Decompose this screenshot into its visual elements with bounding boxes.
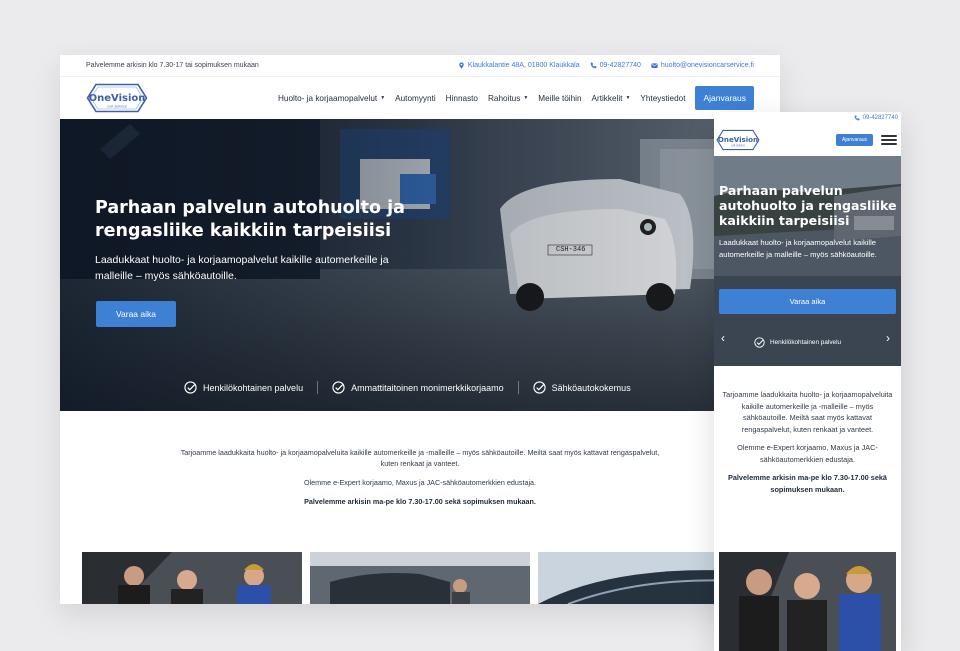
nav-item-careers[interactable]: Meille töihin <box>538 94 581 103</box>
mobile-phone-link[interactable]: 09-42827740 <box>863 115 898 121</box>
feature-item: Sähköautokokemus <box>517 381 645 394</box>
feature-label: Ammattitaitoinen monimerkkikorjaamo <box>351 382 504 393</box>
nav-label: Yhteystiedot <box>640 93 686 103</box>
nav-label: Huolto- ja korjaamopalvelut <box>278 93 378 103</box>
location-pin-icon <box>459 62 464 69</box>
chevron-down-icon: ▼ <box>380 95 386 101</box>
mobile-intro-section: Tarjoamme laadukkaita huolto- ja korjaam… <box>714 389 901 502</box>
mobile-hero-subtitle: Laadukkaat huolto- ja korjaamopalvelut k… <box>719 238 877 259</box>
feature-label: Sähköautokokemus <box>551 382 631 393</box>
svg-text:OneVision: OneVision <box>718 135 758 144</box>
nav-label: Artikkelit <box>591 93 623 103</box>
book-appointment-button[interactable]: Varaa aika <box>96 301 176 327</box>
desktop-mockup: Palvelemme arkisin klo 7.30-17 tai sopim… <box>60 55 780 604</box>
phone-icon <box>854 115 860 121</box>
nav-item-financing[interactable]: Rahoitus ▼ <box>488 94 528 103</box>
hamburger-menu-icon[interactable] <box>881 135 897 145</box>
opening-hours-text: Palvelemme arkisin klo 7.30-17 tai sopim… <box>86 62 259 69</box>
opening-hours-statement: Palvelemme arkisin ma-pe klo 7.30-17.00 … <box>304 497 536 506</box>
image-gallery <box>82 552 758 604</box>
chevron-down-icon: ▼ <box>625 95 631 101</box>
carousel-prev-arrow-icon[interactable]: ‹ <box>721 331 725 345</box>
feature-list: Henkilökohtainen palvelu Ammattitaitoine… <box>170 381 645 394</box>
carousel-next-arrow-icon[interactable]: › <box>886 331 890 345</box>
feature-label: Henkilökohtainen palvelu <box>770 339 842 346</box>
onevision-logo[interactable]: OneVision CAR SERVICE <box>716 129 760 151</box>
check-circle-icon <box>184 381 197 394</box>
workshop-photo <box>310 552 530 604</box>
intro-paragraph: Olemme e-Expert korjaamo, Maxus ja JAC-s… <box>303 478 537 487</box>
phone-icon <box>590 62 596 69</box>
team-photo <box>82 552 302 604</box>
nav-label: Meille töihin <box>538 93 582 103</box>
nav-item-articles[interactable]: Artikkelit ▼ <box>592 94 631 103</box>
check-circle-icon <box>332 381 345 394</box>
mobile-feature-item: Henkilökohtainen palvelu <box>754 337 841 348</box>
mobile-navigation: OneVision CAR SERVICE Ajanvaraus <box>714 124 901 156</box>
mobile-mockup: 09-42827740 OneVision CAR SERVICE Ajanva… <box>714 112 901 651</box>
opening-hours-statement: Palvelemme arkisin ma-pe klo 7.30-17.00 … <box>727 473 887 494</box>
nav-item-services[interactable]: Huolto- ja korjaamopalvelut ▼ <box>278 94 385 103</box>
mobile-top-bar: 09-42827740 <box>714 112 901 124</box>
nav-item-contact[interactable]: Yhteystiedot <box>640 94 685 103</box>
address-text: Klaukkalantie 48A, 01800 Klaukkala <box>467 62 580 69</box>
onevision-logo[interactable]: OneVision CAR SERVICE <box>86 83 148 113</box>
svg-text:CAR SERVICE: CAR SERVICE <box>107 105 127 109</box>
feature-item: Henkilökohtainen palvelu <box>170 381 317 394</box>
phone-link[interactable]: 09-42827740 <box>590 62 641 69</box>
hero-title: Parhaan palvelun autohuolto ja rengaslii… <box>95 198 405 241</box>
license-plate: CSH-346 <box>556 246 586 254</box>
hero-section: CSH-346 Parhaan palvelun autohuolto ja r… <box>60 119 780 411</box>
feature-item: Ammattitaitoinen monimerkkikorjaamo <box>317 381 518 394</box>
address-link[interactable]: Klaukkalantie 48A, 01800 Klaukkala <box>458 62 580 69</box>
check-circle-icon <box>533 381 546 394</box>
svg-text:OneVision: OneVision <box>89 93 146 104</box>
check-circle-icon <box>754 337 765 348</box>
phone-text: 09-42827740 <box>599 62 641 69</box>
mobile-hero-section: Parhaan palvelun autohuolto ja rengaslii… <box>714 156 901 366</box>
nav-label: Automyynti <box>395 93 436 103</box>
email-text: huolto@onevisioncarservice.fi <box>660 62 754 69</box>
main-navigation: OneVision CAR SERVICE Huolto- ja korjaam… <box>60 77 780 119</box>
intro-paragraph: Tarjoamme laadukkaita huolto- ja korjaam… <box>180 448 660 468</box>
chevron-down-icon: ▼ <box>523 95 529 101</box>
intro-section: Tarjoamme laadukkaita huolto- ja korjaam… <box>60 447 780 515</box>
feature-label: Henkilökohtainen palvelu <box>203 382 304 393</box>
svg-text:CAR SERVICE: CAR SERVICE <box>731 145 746 148</box>
nav-item-car-sales[interactable]: Automyynti <box>395 94 436 103</box>
nav-label: Hinnasto <box>445 93 478 103</box>
mobile-book-appointment-button[interactable]: Varaa aika <box>719 289 896 314</box>
mobile-team-photo <box>719 552 896 651</box>
mobile-hero-title: Parhaan palvelun autohuolto ja rengaslii… <box>719 183 897 228</box>
booking-button[interactable]: Ajanvaraus <box>695 86 754 110</box>
mobile-booking-button[interactable]: Ajanvaraus <box>835 134 873 146</box>
intro-paragraph: Olemme e-Expert korjaamo, Maxus ja JAC-s… <box>737 443 878 464</box>
nav-item-prices[interactable]: Hinnasto <box>446 94 478 103</box>
envelope-icon <box>651 63 658 68</box>
top-info-bar: Palvelemme arkisin klo 7.30-17 tai sopim… <box>60 55 780 77</box>
hero-subtitle: Laadukkaat huolto- ja korjaamopalvelut k… <box>95 254 389 282</box>
nav-label: Rahoitus <box>488 93 521 103</box>
intro-paragraph: Tarjoamme laadukkaita huolto- ja korjaam… <box>722 390 893 434</box>
email-link[interactable]: huolto@onevisioncarservice.fi <box>651 62 754 69</box>
